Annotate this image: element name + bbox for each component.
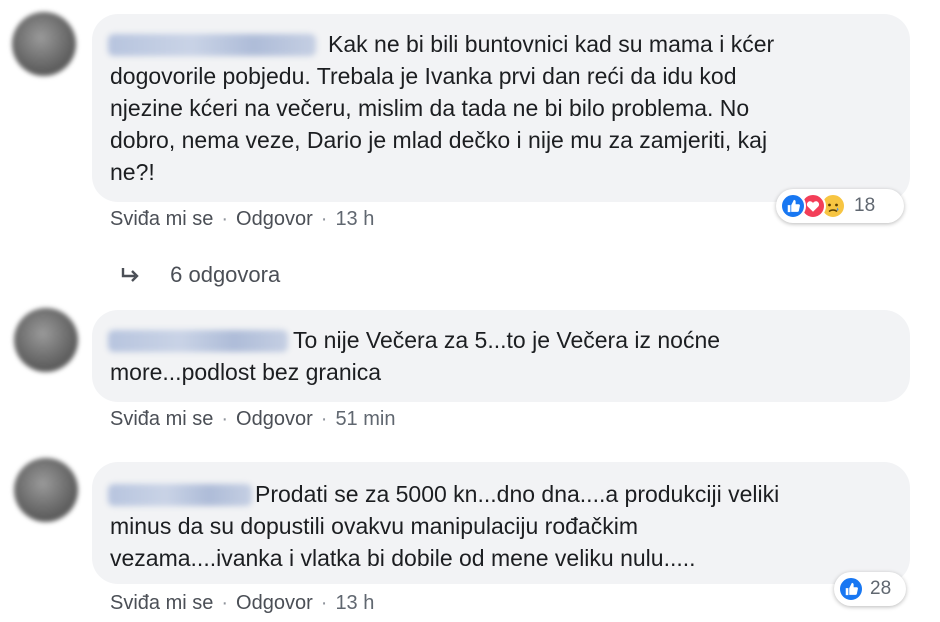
like-button[interactable]: Sviđa mi se bbox=[110, 592, 213, 614]
avatar[interactable] bbox=[14, 308, 78, 372]
reply-button[interactable]: Odgovor bbox=[236, 408, 313, 430]
comment-actions: Sviđa mi se · Odgovor · 13 h bbox=[110, 208, 374, 231]
replies-count-label: 6 odgovora bbox=[170, 262, 281, 287]
comment-actions: Sviđa mi se · Odgovor · 51 min bbox=[110, 408, 395, 431]
like-button[interactable]: Sviđa mi se bbox=[110, 408, 213, 430]
reaction-count: 28 bbox=[870, 578, 892, 599]
avatar[interactable] bbox=[12, 12, 76, 76]
comment-text: Kak ne bi bili buntovnici kad su mama i … bbox=[110, 31, 775, 185]
reactions-summary[interactable]: 28 bbox=[834, 572, 906, 606]
separator: · bbox=[320, 592, 328, 614]
separator: · bbox=[221, 208, 229, 230]
view-replies-link[interactable]: 6 odgovora bbox=[120, 262, 280, 288]
reaction-count: 18 bbox=[854, 195, 876, 216]
comment-text: To nije Večera za 5...to je Večera iz no… bbox=[110, 327, 721, 385]
separator: · bbox=[221, 592, 229, 614]
reactions-summary[interactable]: 18 bbox=[776, 189, 904, 223]
reply-arrow-icon bbox=[120, 262, 148, 287]
separator: · bbox=[320, 208, 328, 230]
timestamp[interactable]: 13 h bbox=[335, 208, 374, 230]
separator: · bbox=[221, 408, 229, 430]
comment-actions: Sviđa mi se · Odgovor · 13 h bbox=[110, 592, 374, 615]
reply-button[interactable]: Odgovor bbox=[236, 592, 313, 614]
timestamp[interactable]: 13 h bbox=[335, 592, 374, 614]
timestamp[interactable]: 51 min bbox=[335, 408, 395, 430]
avatar[interactable] bbox=[14, 458, 78, 522]
comment-text: Prodati se za 5000 kn...dno dna....a pro… bbox=[110, 481, 780, 571]
reply-button[interactable]: Odgovor bbox=[236, 208, 313, 230]
like-button[interactable]: Sviđa mi se bbox=[110, 208, 213, 230]
separator: · bbox=[320, 408, 328, 430]
like-icon bbox=[838, 576, 864, 602]
like-icon bbox=[780, 193, 806, 219]
